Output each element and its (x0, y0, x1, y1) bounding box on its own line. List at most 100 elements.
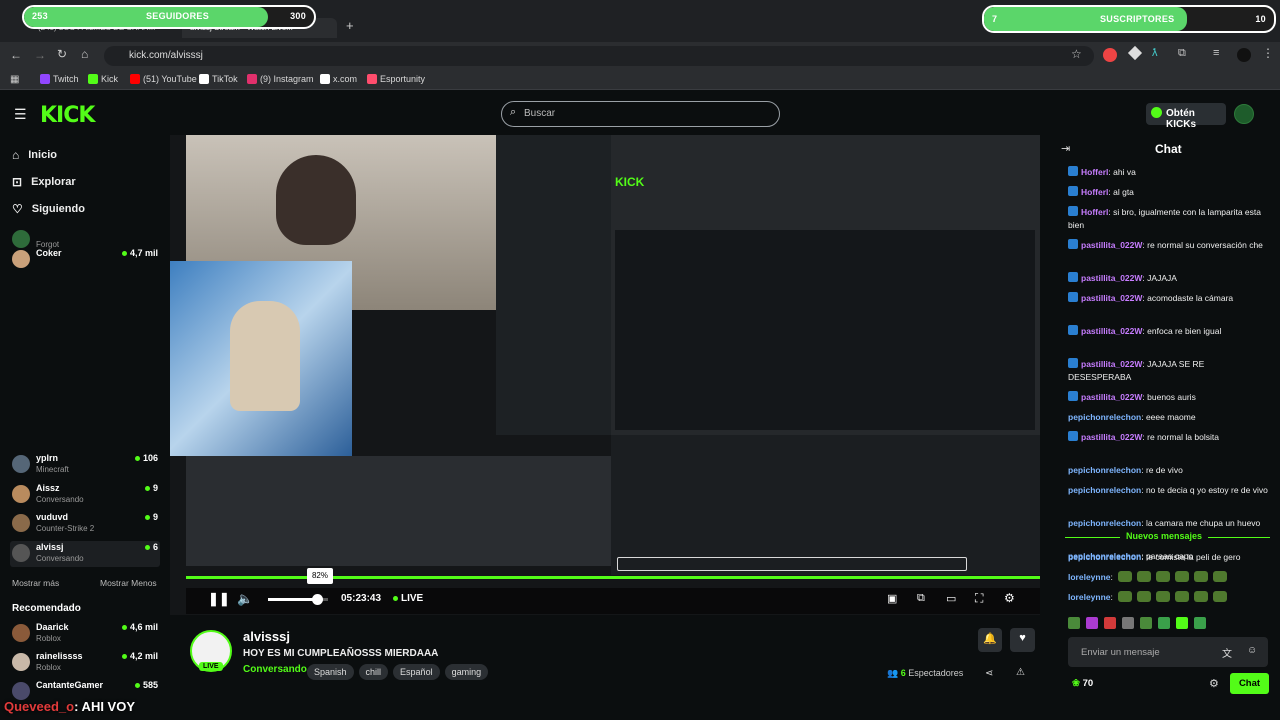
nav-item-0[interactable]: ⌂ Inicio (12, 148, 57, 162)
kicks-coin-icon (1151, 107, 1162, 118)
channel-avatar (12, 544, 30, 562)
recommended-channel[interactable]: rainelissss Roblox 4,2 mil (10, 650, 160, 676)
apps-grid-icon[interactable]: ▦ (10, 74, 19, 85)
follow-heart-button[interactable]: ♥ (1010, 628, 1035, 652)
bookmark-2[interactable]: (51) YouTube (130, 74, 197, 84)
kick-logo[interactable]: KICK (40, 103, 95, 128)
webcam-feed-main (170, 261, 352, 456)
fullscreen-icon[interactable]: ⛶ (975, 591, 983, 606)
bookmark-0[interactable]: Twitch (40, 74, 79, 84)
channel-name[interactable]: alvisssj (243, 629, 290, 644)
user-avatar[interactable] (1234, 104, 1254, 124)
show-less-link[interactable]: Mostrar Menos (100, 578, 157, 588)
chat-username[interactable]: pastillita_022W (1081, 359, 1142, 369)
chat-input-placeholder: Enviar un mensaje (1081, 647, 1160, 658)
home-icon[interactable]: ⌂ (81, 47, 88, 61)
chat-username[interactable]: pastillita_022W (1081, 432, 1142, 442)
emote-icon (1174, 591, 1189, 602)
followed-channel[interactable]: alvissj Conversando 6 (10, 541, 160, 567)
notification-bell-button[interactable]: 🔔 (978, 628, 1002, 652)
hamburger-menu-icon[interactable]: ☰ (14, 106, 27, 123)
chat-input[interactable]: Enviar un mensaje 文 ☺ (1068, 637, 1268, 667)
chat-username[interactable]: loreleynne (1068, 592, 1111, 602)
chat-username[interactable]: pepichonrelechon (1068, 412, 1141, 422)
puzzle-icon[interactable]: ⧉ (1178, 47, 1186, 60)
followed-channel[interactable]: Aissz Conversando 9 (10, 482, 160, 508)
chat-username[interactable]: pepichonrelechon (1068, 465, 1141, 475)
emote-icon[interactable] (1140, 617, 1152, 629)
emote-icon[interactable] (1086, 617, 1098, 629)
get-kicks-button[interactable]: Obtén KICKs (1146, 103, 1226, 130)
send-chat-button[interactable]: Chat (1230, 673, 1269, 694)
emoji-icon[interactable]: ☺ (1247, 645, 1257, 656)
chat-username[interactable]: pepichonrelechon (1068, 552, 1141, 562)
emote-icon[interactable] (1104, 617, 1116, 629)
bookmark-label: Esportunity (380, 74, 426, 84)
forward-icon[interactable]: → (34, 48, 46, 62)
volume-icon[interactable]: 🔈 (237, 591, 253, 607)
volume-slider[interactable] (268, 594, 328, 605)
bookmark-1[interactable]: Kick (88, 74, 118, 84)
bookmark-3[interactable]: TikTok (199, 74, 238, 84)
stream-tag[interactable]: chill (358, 664, 389, 680)
emote-icon[interactable] (1068, 617, 1080, 629)
emote-icon[interactable] (1176, 617, 1188, 629)
collapse-chat-icon[interactable]: ⇥ (1061, 142, 1070, 155)
bookmark-6[interactable]: Esportunity (367, 74, 425, 84)
back-icon[interactable]: ← (10, 48, 22, 62)
settings-gear-icon[interactable]: ⚙ (1004, 591, 1015, 605)
bookmark-favicon-icon (247, 74, 257, 84)
share-icon[interactable]: ⋖ (985, 668, 993, 679)
chat-username[interactable]: pastillita_022W (1081, 273, 1142, 283)
channel-points[interactable]: ❀ 70 (1072, 678, 1093, 689)
chat-username[interactable]: Hofferl (1081, 187, 1108, 197)
media-icon[interactable]: ≡ (1213, 47, 1219, 59)
bookmark-4[interactable]: (9) Instagram (247, 74, 314, 84)
report-icon[interactable]: ⚠ (1016, 667, 1025, 678)
recommended-channel[interactable]: Daarick Roblox 4,6 mil (10, 621, 160, 647)
pause-icon[interactable]: ❚❚ (208, 591, 230, 607)
stream-tag[interactable]: Español (393, 664, 440, 680)
pip-icon[interactable]: ⧉ (917, 592, 925, 605)
channel-category: Roblox (36, 663, 61, 672)
translate-icon[interactable]: 文 (1222, 645, 1232, 660)
followed-channel[interactable]: vuduvd Counter-Strike 2 9 (10, 511, 160, 537)
extension-icon[interactable]: ƛ (1152, 47, 1158, 59)
followed-channel[interactable]: yplrn Minecraft 106 (10, 452, 160, 478)
chat-username[interactable]: Hofferl (1081, 207, 1108, 217)
video-player[interactable]: KICK (170, 135, 1040, 615)
chat-username[interactable]: pastillita_022W (1081, 293, 1142, 303)
stream-category[interactable]: Conversando (243, 664, 307, 675)
emote-icon[interactable] (1158, 617, 1170, 629)
extension-icon[interactable] (1127, 45, 1143, 61)
chat-settings-icon[interactable]: ⚙ (1209, 677, 1219, 690)
search-input[interactable]: ⌕ Buscar (501, 101, 780, 127)
bookmark-5[interactable]: x.com (320, 74, 357, 84)
chat-username[interactable]: pastillita_022W (1081, 326, 1142, 336)
show-more-link[interactable]: Mostrar más (12, 578, 59, 588)
chat-username[interactable]: pepichonrelechon (1068, 518, 1141, 528)
reload-icon[interactable]: ↻ (57, 47, 67, 61)
nav-item-2[interactable]: ♡ Siguiendo (12, 202, 85, 216)
emote-icon[interactable] (1122, 617, 1134, 629)
menu-kebab-icon[interactable]: ⋮ (1262, 46, 1274, 60)
nav-item-1[interactable]: ⊡ Explorar (12, 175, 76, 189)
chat-message: pepichonrelechon: no te decia q yo estoy… (1068, 484, 1268, 497)
bookmark-star-icon[interactable]: ☆ (1071, 47, 1082, 61)
theater-mode-icon[interactable]: ▣ (887, 592, 897, 605)
url-bar[interactable]: kick.com/alvisssj (104, 46, 1094, 66)
stream-tag[interactable]: Spanish (307, 664, 354, 680)
chat-username[interactable]: Hofferl (1081, 167, 1108, 177)
chat-username[interactable]: loreleynne (1068, 572, 1111, 582)
layout-icon[interactable]: ▭ (946, 592, 956, 605)
profile-avatar[interactable] (1237, 48, 1251, 62)
search-icon: ⌕ (510, 106, 517, 118)
chat-username[interactable]: pastillita_022W (1081, 240, 1142, 250)
chat-username[interactable]: pepichonrelechon (1068, 485, 1141, 495)
new-tab-icon[interactable]: + (346, 18, 354, 33)
stream-tag[interactable]: gaming (444, 664, 489, 680)
followed-channel[interactable]: Coker 4,7 mil (10, 247, 160, 273)
chat-username[interactable]: pastillita_022W (1081, 392, 1142, 402)
extension-icon[interactable] (1103, 48, 1117, 62)
emote-icon[interactable] (1194, 617, 1206, 629)
